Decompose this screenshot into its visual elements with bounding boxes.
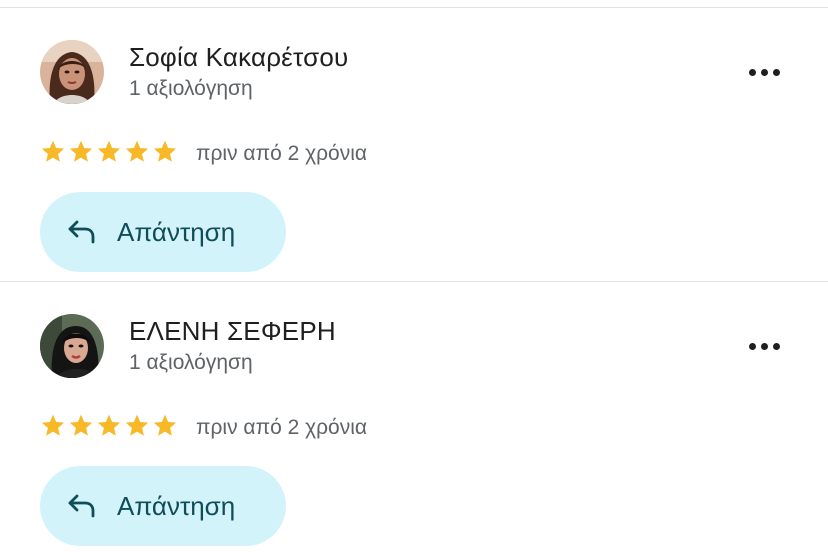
more-options-button[interactable] [738, 52, 790, 92]
more-options-button[interactable] [738, 326, 790, 366]
reply-button[interactable]: Απάντηση [40, 466, 286, 546]
star-icon [153, 414, 177, 436]
avatar[interactable] [40, 40, 104, 104]
review-time: πριν από 2 χρόνια [196, 416, 368, 439]
review-card: ΕΛΕΝΗ ΣΕΦΕΡΗ 1 αξιολόγηση πριν από 2 χρό… [0, 274, 828, 546]
star-icon [125, 140, 149, 162]
reply-button-label: Απάντηση [117, 491, 236, 521]
reviews-page: Σοφία Κακαρέτσου 1 αξιολόγηση πριν από 2… [0, 0, 828, 552]
star-icon [97, 414, 121, 436]
star-rating [40, 412, 178, 442]
star-icon [153, 140, 177, 162]
reviewer-name[interactable]: Σοφία Κακαρέτσου [129, 42, 348, 73]
reply-arrow-icon [67, 492, 97, 520]
star-icon [125, 414, 149, 436]
star-icon [41, 140, 65, 162]
avatar[interactable] [40, 314, 104, 378]
review-card: Σοφία Κακαρέτσου 1 αξιολόγηση πριν από 2… [0, 0, 828, 272]
star-icon [69, 140, 93, 162]
star-rating [40, 138, 178, 168]
star-icon [41, 414, 65, 436]
review-count: 1 αξιολόγηση [129, 351, 253, 374]
more-horizontal-icon [748, 342, 756, 350]
reviewer-name[interactable]: ΕΛΕΝΗ ΣΕΦΕΡΗ [129, 316, 336, 347]
review-time: πριν από 2 χρόνια [196, 142, 368, 165]
review-count: 1 αξιολόγηση [129, 77, 253, 100]
star-icon [97, 140, 121, 162]
reply-button[interactable]: Απάντηση [40, 192, 286, 272]
star-icon [69, 414, 93, 436]
reply-button-label: Απάντηση [117, 217, 236, 247]
reply-arrow-icon [67, 218, 97, 246]
more-horizontal-icon [748, 68, 756, 76]
